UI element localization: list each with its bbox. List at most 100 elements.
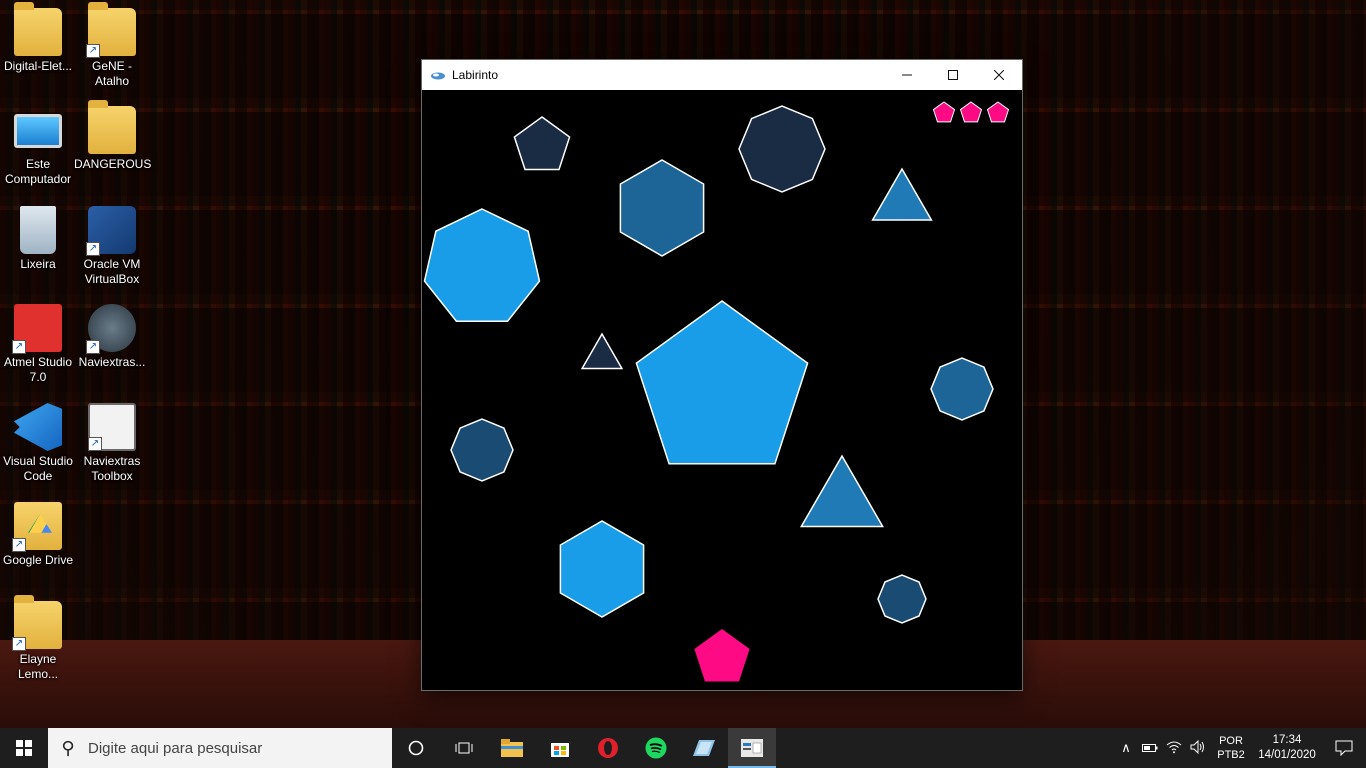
- clock-time: 17:34: [1272, 734, 1302, 746]
- player-pentagon[interactable]: [694, 629, 750, 682]
- desktop-icon-elayne[interactable]: ↗ Elayne Lemo...: [0, 595, 76, 682]
- store-button[interactable]: [536, 728, 584, 768]
- minimize-button[interactable]: [884, 60, 930, 90]
- desktop-icon-label: Oracle VM VirtualBox: [83, 257, 141, 286]
- obstacle-octagon: [738, 105, 826, 193]
- search-placeholder: Digite aqui para pesquisar: [88, 739, 263, 757]
- desktop-icon-gene-atalho[interactable]: ↗ GeNE - Atalho: [74, 2, 150, 89]
- close-icon: [994, 70, 1004, 80]
- desktop-icon-label: Digital-Elet...: [3, 59, 73, 73]
- desktop-icon-label: Google Drive: [2, 553, 74, 567]
- taskbar-search-box[interactable]: ⚲ Digite aqui para pesquisar: [48, 728, 392, 768]
- shortcut-arrow-icon: ↗: [12, 538, 26, 552]
- opera-button[interactable]: [584, 728, 632, 768]
- life-indicator-icon: [986, 101, 1010, 123]
- document-folder-icon: ↗: [86, 2, 136, 58]
- obstacle-triangle: [580, 332, 624, 370]
- naviextras-icon: ↗: [86, 304, 136, 354]
- desktop-icon-label: Este Computador: [4, 157, 72, 186]
- desktop-icon-google-drive[interactable]: ↗ Google Drive: [0, 502, 76, 568]
- obstacle-hexagon: [619, 159, 705, 257]
- taskbar: ⚲ Digite aqui para pesquisar ∧ POR PTB2 …: [0, 728, 1366, 768]
- close-button[interactable]: [976, 60, 1022, 90]
- obstacle-octagon: [450, 418, 514, 482]
- spotify-button[interactable]: [632, 728, 680, 768]
- maximize-icon: [948, 70, 958, 80]
- desktop-icon-label: Elayne Lemo...: [17, 652, 59, 681]
- folder-icon: ↗: [12, 595, 62, 651]
- desktop-icon-este-computador[interactable]: Este Computador: [0, 106, 76, 187]
- obstacle-octagon: [930, 357, 994, 421]
- labirinto-taskbar-button[interactable]: [728, 728, 776, 768]
- maximize-button[interactable]: [930, 60, 976, 90]
- language-code: POR: [1219, 735, 1243, 747]
- task-view-button[interactable]: [440, 728, 488, 768]
- desktop-icon-atmel-studio[interactable]: ↗ Atmel Studio 7.0: [0, 304, 76, 385]
- shortcut-arrow-icon: ↗: [86, 44, 100, 58]
- shortcut-arrow-icon: ↗: [12, 637, 26, 651]
- virtualbox-icon: ↗: [86, 206, 136, 256]
- desktop-icon-naviextras[interactable]: ↗ Naviextras...: [74, 304, 150, 370]
- obstacle-octagon: [877, 574, 927, 624]
- opera-icon: [598, 738, 618, 758]
- app-icon: [693, 740, 715, 756]
- action-center-button[interactable]: [1322, 740, 1366, 756]
- system-tray: ∧ POR PTB2 17:34 14/01/2020: [1114, 728, 1366, 768]
- desktop-icon-dangerous[interactable]: DANGEROUS: [74, 100, 152, 172]
- desktop-icon-label: Lixeira: [20, 257, 56, 271]
- python-app-icon: [430, 70, 446, 80]
- cortana-button[interactable]: [392, 728, 440, 768]
- shortcut-arrow-icon: ↗: [86, 340, 100, 354]
- game-canvas[interactable]: [422, 90, 1022, 690]
- window-title: Labirinto: [452, 68, 499, 82]
- show-hidden-icons-chevron-icon[interactable]: ∧: [1114, 740, 1138, 756]
- store-icon: [551, 743, 569, 757]
- desktop-icon-label: DANGEROUS: [74, 157, 152, 171]
- recycle-bin-icon: [20, 206, 56, 254]
- clock-date: 14/01/2020: [1258, 749, 1316, 761]
- spotify-icon: [645, 737, 667, 759]
- file-explorer-button[interactable]: [488, 728, 536, 768]
- desktop-icon-vscode[interactable]: Visual Studio Code: [0, 403, 76, 484]
- obstacle-triangle: [800, 454, 884, 528]
- window-titlebar[interactable]: Labirinto: [422, 60, 1022, 90]
- notification-icon: [1335, 740, 1353, 756]
- desktop-icon-label: Visual Studio Code: [3, 454, 73, 483]
- taskbar-clock[interactable]: 17:34 14/01/2020: [1252, 733, 1322, 763]
- keyboard-layout: PTB2: [1217, 749, 1245, 761]
- desktop-icon-digital-eletronica[interactable]: Digital-Elet...: [0, 2, 76, 74]
- start-button[interactable]: [0, 728, 48, 768]
- windows-logo-icon: [16, 740, 32, 756]
- app-button[interactable]: [680, 728, 728, 768]
- task-view-icon: [455, 742, 473, 754]
- obstacle-hexagon: [559, 520, 645, 618]
- desktop-icon-label: Naviextras Toolbox: [83, 454, 141, 483]
- battery-icon[interactable]: [1138, 741, 1162, 756]
- minimize-icon: [902, 74, 912, 76]
- shortcut-arrow-icon: ↗: [88, 437, 102, 451]
- life-indicator-icon: [959, 101, 983, 123]
- computer-icon: [14, 114, 62, 148]
- desktop-icon-label: GeNE - Atalho: [91, 59, 132, 88]
- obstacle-triangle: [871, 167, 933, 221]
- cortana-icon: [408, 740, 424, 756]
- desktop-icon-lixeira[interactable]: Lixeira: [0, 206, 76, 272]
- desktop-icon-label: Atmel Studio 7.0: [3, 355, 73, 384]
- obstacle-pentagon: [635, 300, 809, 465]
- shortcut-arrow-icon: ↗: [86, 242, 100, 256]
- input-language-indicator[interactable]: POR PTB2: [1214, 734, 1248, 762]
- shortcut-arrow-icon: ↗: [12, 340, 26, 354]
- search-icon: ⚲: [61, 737, 75, 758]
- labirinto-window[interactable]: Labirinto: [422, 60, 1022, 690]
- folder-icon: [14, 2, 62, 56]
- atmel-studio-icon: ↗: [12, 304, 62, 354]
- desktop-icon-virtualbox[interactable]: ↗ Oracle VM VirtualBox: [74, 206, 150, 287]
- wifi-icon[interactable]: [1162, 740, 1186, 757]
- google-drive-icon: ↗: [12, 502, 62, 552]
- obstacle-heptagon: [423, 208, 541, 322]
- desktop-icon-naviextras-toolbox[interactable]: ↗ Naviextras Toolbox: [74, 403, 150, 484]
- volume-icon[interactable]: [1186, 739, 1210, 757]
- life-indicator-icon: [932, 101, 956, 123]
- vscode-icon: [14, 403, 62, 451]
- folder-icon: [88, 100, 136, 154]
